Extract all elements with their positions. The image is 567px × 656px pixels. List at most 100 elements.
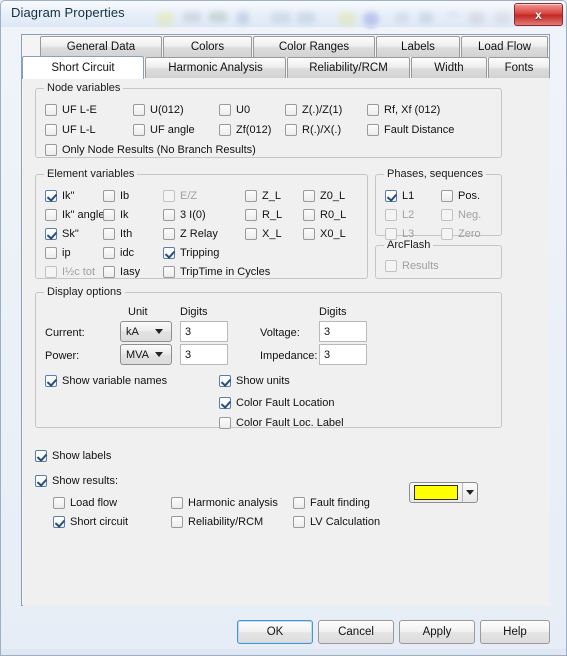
help-button[interactable]: Help [480,620,550,644]
tab-short-circuit[interactable]: Short Circuit [22,56,144,79]
checkbox-box-icon [45,144,57,156]
fault-color-picker[interactable] [409,482,478,503]
checkbox-element-idc[interactable]: idc [103,247,134,259]
checkbox-element-ith[interactable]: Ith [103,228,132,240]
close-icon[interactable]: x [514,3,563,26]
checkbox-box-icon [385,190,397,202]
checkbox-node-uf-l-l[interactable]: UF L-L [45,124,96,136]
checkbox-box-icon [245,190,257,202]
checkbox-box-icon [163,209,175,221]
checkbox-element-z-l[interactable]: Z_L [245,190,281,202]
ok-button[interactable]: OK [237,620,313,644]
checkbox-box-icon [163,228,175,240]
tab-width[interactable]: Width [411,57,487,78]
checkbox-node-zf012[interactable]: Zf(012) [219,124,271,136]
tab-color-ranges[interactable]: Color Ranges [253,36,375,57]
voltage-digits-input[interactable]: 3 [319,321,367,342]
checkbox-node-u0[interactable]: U0 [219,104,250,116]
current-unit-value: kA [126,325,139,338]
checkbox-label: Show units [236,375,290,387]
checkbox-label: R0_L [320,209,347,221]
checkbox-show-units[interactable]: Show units [219,375,290,387]
checkbox-label: Results [402,260,439,272]
checkbox-element-x0-l[interactable]: X0_L [303,228,346,240]
checkbox-node-rx[interactable]: R(.)/X(.) [285,124,341,136]
current-unit-dropdown[interactable]: kA [120,321,172,342]
checkbox-phase-l1[interactable]: L1 [385,190,414,202]
checkbox-label: Show variable names [62,375,168,387]
checkbox-result-lv-calculation[interactable]: LV Calculation [293,516,380,528]
checkbox-result-short-circuit[interactable]: Short circuit [53,516,128,528]
checkbox-element-r0-l[interactable]: R0_L [303,209,346,221]
checkbox-label: Iasy [120,266,141,278]
checkbox-show-variable-names[interactable]: Show variable names [45,375,167,387]
tab-fonts[interactable]: Fonts [488,57,550,78]
checkbox-phase-zero: Zero [441,228,481,240]
checkbox-show-results[interactable]: Show results: [35,475,118,487]
tab-label: Reliability/RCM [309,62,388,74]
tab-general-data[interactable]: General Data [40,36,162,57]
checkbox-label: Z0_L [320,190,346,202]
checkbox-box-icon [367,104,379,116]
checkbox-element-ib[interactable]: Ib [103,190,129,202]
checkbox-element-z0-l[interactable]: Z0_L [303,190,345,202]
checkbox-label: I½c tot [62,266,96,278]
checkbox-element-triptime-in-cycles[interactable]: TripTime in Cycles [163,266,270,278]
checkbox-box-icon [103,190,115,202]
checkbox-node-fault-distance[interactable]: Fault Distance [367,124,454,136]
checkbox-element-ik[interactable]: Ik" [45,190,74,202]
checkbox-node-u012[interactable]: U(012) [133,104,184,116]
checkbox-show-labels[interactable]: Show labels [35,450,111,462]
checkbox-result-fault-finding[interactable]: Fault finding [293,497,370,509]
checkbox-label: L1 [402,190,415,202]
checkbox-element-3-i0[interactable]: 3 I(0) [163,209,206,221]
color-dropdown-button[interactable] [462,483,477,502]
power-digits-input[interactable]: 3 [180,344,228,365]
checkbox-element-r-l[interactable]: R_L [245,209,282,221]
checkbox-element-ic-tot: I½c tot [45,266,95,278]
checkbox-node-uf-l-e[interactable]: UF L-E [45,104,97,116]
checkbox-color-fault-location[interactable]: Color Fault Location [219,397,334,409]
current-digits-input[interactable]: 3 [180,321,228,342]
checkbox-color-fault-loc-label[interactable]: Color Fault Loc. Label [219,417,344,429]
checkbox-element-ik[interactable]: Ik [103,209,129,221]
checkbox-element-iasy[interactable]: Iasy [103,266,140,278]
checkbox-label: Z Relay [180,228,218,240]
checkbox-element-tripping[interactable]: Tripping [163,247,219,259]
tab-reliabilityrcm[interactable]: Reliability/RCM [287,57,410,78]
checkbox-element-z-relay[interactable]: Z Relay [163,228,218,240]
title-bar[interactable]: Diagram Properties x [1,1,566,27]
checkbox-node-zz1[interactable]: Z(.)/Z(1) [285,104,342,116]
checkbox-element-ik-angle[interactable]: Ik" angle [45,209,104,221]
tab-label: Fonts [504,62,534,74]
impedance-digits-input[interactable]: 3 [319,344,367,365]
checkbox-element-x-l[interactable]: X_L [245,228,282,240]
checkbox-node-uf-angle[interactable]: UF angle [133,124,195,136]
checkbox-box-icon [385,260,397,272]
chevron-down-icon [466,490,474,495]
checkbox-node-only-node-results-no-branch-results[interactable]: Only Node Results (No Branch Results) [45,144,256,156]
checkbox-node-rf-xf-012[interactable]: Rf, Xf (012) [367,104,440,116]
label-power: Power: [45,350,80,362]
checkbox-result-harmonic-analysis[interactable]: Harmonic analysis [171,497,278,509]
apply-button[interactable]: Apply [399,620,475,644]
power-unit-dropdown[interactable]: MVA [120,344,172,365]
tab-load-flow[interactable]: Load Flow [461,36,548,57]
checkbox-result-reliabilityrcm[interactable]: Reliability/RCM [171,516,263,528]
checkbox-element-sk[interactable]: Sk" [45,228,79,240]
checkbox-box-icon [219,104,231,116]
checkbox-box-icon [303,190,315,202]
tab-labels[interactable]: Labels [376,36,460,57]
cancel-button[interactable]: Cancel [318,620,394,644]
checkbox-phase-pos[interactable]: Pos. [441,190,480,202]
tab-colors[interactable]: Colors [163,36,252,57]
checkbox-label: Z(.)/Z(1) [302,104,343,116]
checkbox-result-load-flow[interactable]: Load flow [53,497,117,509]
label-digits-column-left: Digits [180,306,208,318]
checkbox-label: L2 [402,209,415,221]
tab-control: General Data Colors Color Ranges Labels Load… [21,34,550,606]
checkbox-label: Rf, Xf (012) [384,104,441,116]
tab-harmonic-analysis[interactable]: Harmonic Analysis [145,57,286,78]
checkbox-label: Show results: [52,475,119,487]
checkbox-element-ip[interactable]: ip [45,247,71,259]
